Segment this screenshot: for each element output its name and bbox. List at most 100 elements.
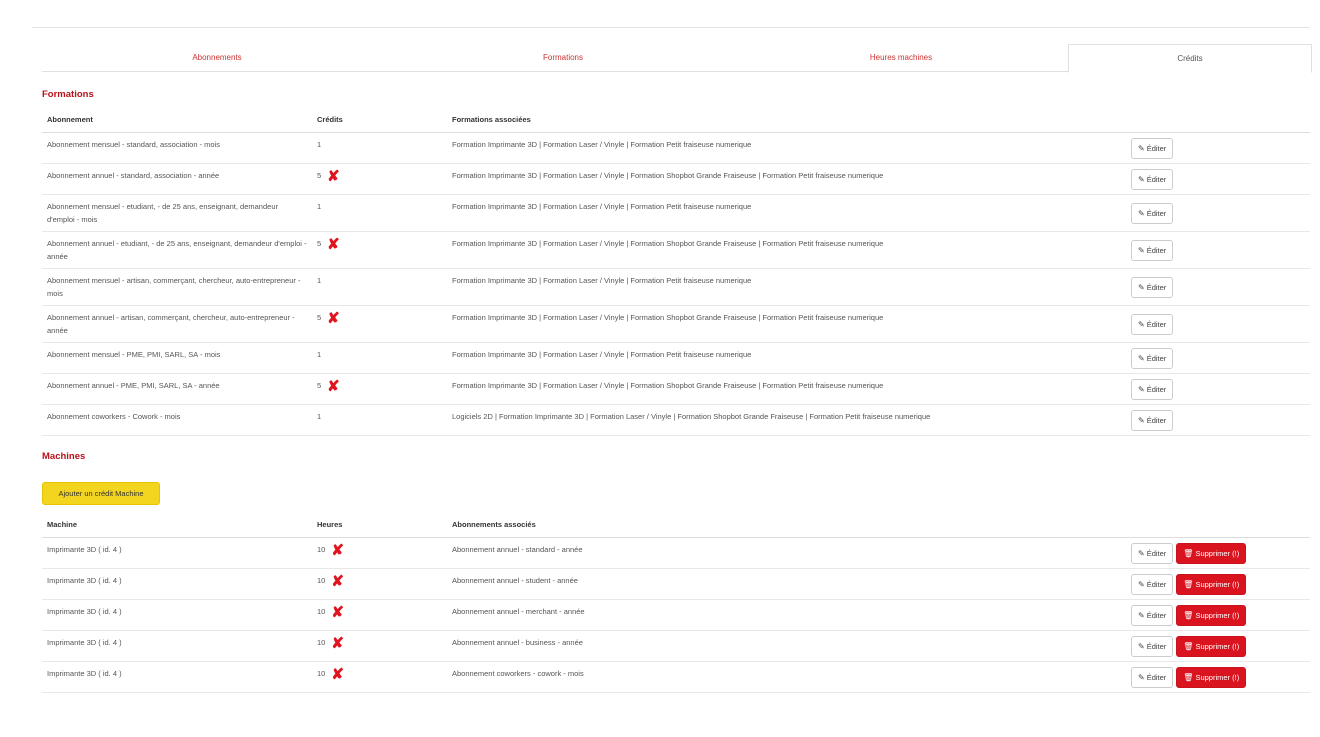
edit-button[interactable]: ✎ Éditer: [1131, 666, 1174, 688]
credits-cell: 5 ✘: [312, 305, 447, 343]
delete-x-icon[interactable]: ✘: [331, 543, 344, 558]
machine-cell: Imprimante 3D ( id. 4 ): [42, 661, 312, 693]
edit-label: Éditer: [1146, 579, 1167, 589]
delete-x-icon[interactable]: ✘: [327, 169, 340, 184]
header-formations-associees: Formations associées: [447, 107, 1126, 133]
edit-icon: ✎: [1138, 282, 1145, 292]
edit-button[interactable]: ✎ Éditer: [1131, 604, 1174, 626]
edit-label: Éditer: [1146, 384, 1167, 394]
edit-button[interactable]: ✎ Éditer: [1131, 137, 1174, 159]
actions-cell: ✎ Éditer: [1126, 231, 1310, 269]
delete-button[interactable]: 🗑 Supprimer (!): [1176, 666, 1247, 688]
actions-cell: ✎ Éditer: [1126, 305, 1310, 343]
actions-cell: ✎ Éditer: [1126, 342, 1310, 374]
edit-icon: ✎: [1138, 415, 1145, 425]
tab-heures-machines[interactable]: Heures machines: [734, 44, 1068, 71]
delete-x-icon[interactable]: ✘: [327, 237, 340, 252]
tab-formations[interactable]: Formations: [392, 44, 734, 71]
edit-button[interactable]: ✎ Éditer: [1131, 202, 1174, 224]
edit-icon: ✎: [1138, 579, 1145, 589]
formations-associees-cell: Formation Imprimante 3D | Formation Lase…: [447, 231, 1126, 269]
edit-icon: ✎: [1138, 245, 1145, 255]
edit-label: Éditer: [1146, 245, 1167, 255]
abonnements-associes-cell: Abonnement annuel - business - année: [447, 630, 1126, 662]
table-row: Abonnement annuel - PME, PMI, SARL, SA -…: [42, 373, 1310, 405]
delete-button[interactable]: 🗑 Supprimer (!): [1176, 604, 1247, 626]
header-machine: Machine: [42, 512, 312, 538]
formations-table: Abonnement Crédits Formations associées …: [42, 107, 1310, 436]
edit-icon: ✎: [1138, 319, 1145, 329]
edit-button[interactable]: ✎ Éditer: [1131, 168, 1174, 190]
actions-cell: ✎ Éditer: [1126, 194, 1310, 232]
edit-label: Éditer: [1146, 672, 1167, 682]
edit-button[interactable]: ✎ Éditer: [1131, 239, 1174, 261]
edit-button[interactable]: ✎ Éditer: [1131, 635, 1174, 657]
actions-cell: ✎ Éditer: [1126, 373, 1310, 405]
actions-cell: ✎ Éditer: [1126, 132, 1310, 164]
trash-icon: 🗑: [1183, 610, 1194, 620]
formations-associees-cell: Formation Imprimante 3D | Formation Lase…: [447, 132, 1126, 164]
credits-cell: 5 ✘: [312, 373, 447, 405]
abonnement-cell: Abonnement annuel - etudiant, - de 25 an…: [42, 231, 312, 269]
abonnement-cell: Abonnement annuel - artisan, commerçant,…: [42, 305, 312, 343]
delete-label: Supprimer (!): [1195, 641, 1240, 651]
edit-icon: ✎: [1138, 174, 1145, 184]
header-heures: Heures: [312, 512, 447, 538]
heures-value: 10: [317, 545, 326, 554]
actions-cell: ✎ Éditer: [1126, 163, 1310, 195]
credits-value: 5: [317, 239, 322, 248]
edit-icon: ✎: [1138, 548, 1145, 558]
trash-icon: 🗑: [1183, 672, 1194, 682]
table-row: Abonnement mensuel - etudiant, - de 25 a…: [42, 194, 1310, 232]
edit-button[interactable]: ✎ Éditer: [1131, 276, 1174, 298]
credits-value: 5: [317, 381, 322, 390]
tab-credits[interactable]: Crédits: [1068, 44, 1312, 73]
actions-cell: ✎ Éditer 🗑 Supprimer (!): [1126, 568, 1310, 600]
add-machine-credit-button[interactable]: Ajouter un crédit Machine: [42, 482, 160, 505]
abonnements-associes-cell: Abonnement annuel - merchant - année: [447, 599, 1126, 631]
formations-header-row: Abonnement Crédits Formations associées: [42, 107, 1310, 133]
delete-x-icon[interactable]: ✘: [331, 574, 344, 589]
tab-abonnements[interactable]: Abonnements: [42, 44, 392, 71]
delete-button[interactable]: 🗑 Supprimer (!): [1176, 573, 1247, 595]
top-divider: [32, 27, 1310, 28]
header-abonnement: Abonnement: [42, 107, 312, 133]
edit-label: Éditer: [1146, 610, 1167, 620]
delete-x-icon[interactable]: ✘: [327, 379, 340, 394]
table-row: Imprimante 3D ( id. 4 ) 10 ✘ Abonnement ann…: [42, 599, 1310, 631]
credits-cell: 5 ✘: [312, 163, 447, 195]
edit-button[interactable]: ✎ Éditer: [1131, 313, 1174, 335]
actions-cell: ✎ Éditer 🗑 Supprimer (!): [1126, 661, 1310, 693]
delete-x-icon[interactable]: ✘: [327, 311, 340, 326]
delete-x-icon[interactable]: ✘: [331, 605, 344, 620]
credits-cell: 1: [312, 268, 447, 306]
heures-cell: 10 ✘: [312, 568, 447, 600]
actions-cell: ✎ Éditer 🗑 Supprimer (!): [1126, 630, 1310, 662]
credits-value: 5: [317, 171, 322, 180]
edit-icon: ✎: [1138, 143, 1145, 153]
machine-cell: Imprimante 3D ( id. 4 ): [42, 630, 312, 662]
machines-header-row: Machine Heures Abonnements associés: [42, 512, 1310, 538]
edit-button[interactable]: ✎ Éditer: [1131, 378, 1174, 400]
edit-icon: ✎: [1138, 610, 1145, 620]
edit-button[interactable]: ✎ Éditer: [1131, 347, 1174, 369]
edit-button[interactable]: ✎ Éditer: [1131, 542, 1174, 564]
formations-associees-cell: Formation Imprimante 3D | Formation Lase…: [447, 268, 1126, 306]
delete-button[interactable]: 🗑 Supprimer (!): [1176, 635, 1247, 657]
delete-x-icon[interactable]: ✘: [331, 667, 344, 682]
heures-value: 10: [317, 576, 326, 585]
edit-button[interactable]: ✎ Éditer: [1131, 409, 1174, 431]
edit-label: Éditer: [1146, 143, 1167, 153]
delete-button[interactable]: 🗑 Supprimer (!): [1176, 542, 1247, 564]
table-row: Abonnement mensuel - PME, PMI, SARL, SA …: [42, 342, 1310, 374]
credits-cell: 1: [312, 404, 447, 436]
edit-button[interactable]: ✎ Éditer: [1131, 573, 1174, 595]
machine-cell: Imprimante 3D ( id. 4 ): [42, 599, 312, 631]
table-row: Abonnement annuel - artisan, commerçant,…: [42, 305, 1310, 343]
formations-associees-cell: Formation Imprimante 3D | Formation Lase…: [447, 163, 1126, 195]
abonnement-cell: Abonnement coworkers - Cowork - mois: [42, 404, 312, 436]
table-row: Imprimante 3D ( id. 4 ) 10 ✘ Abonnement ann…: [42, 568, 1310, 600]
credits-value: 1: [317, 202, 322, 211]
delete-x-icon[interactable]: ✘: [331, 636, 344, 651]
abonnements-associes-cell: Abonnement coworkers - cowork - mois: [447, 661, 1126, 693]
